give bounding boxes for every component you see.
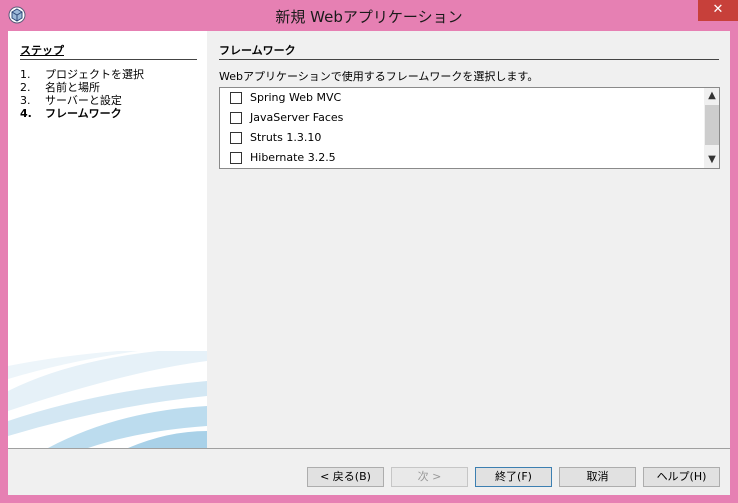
- framework-checkbox[interactable]: [230, 132, 242, 144]
- framework-list[interactable]: Spring Web MVC JavaServer Faces Struts 1…: [219, 87, 720, 169]
- step-number: 4.: [20, 107, 32, 120]
- framework-label: Spring Web MVC: [250, 91, 342, 104]
- cancel-button[interactable]: 取消: [559, 467, 636, 487]
- step-number: 3.: [20, 94, 31, 107]
- step-item: 2. 名前と場所: [20, 81, 144, 94]
- scroll-down-chevron-icon[interactable]: ▼: [704, 152, 719, 168]
- step-label: プロジェクトを選択: [45, 68, 144, 81]
- framework-row[interactable]: JavaServer Faces: [220, 108, 704, 128]
- step-item: 1. プロジェクトを選択: [20, 68, 144, 81]
- dialog-body: ステップ 1. プロジェクトを選択 2. 名前と場所 3. サーバーと設定 4. フレー…: [8, 31, 730, 495]
- step-list: 1. プロジェクトを選択 2. 名前と場所 3. サーバーと設定 4. フレームワーク: [20, 68, 144, 120]
- panel-description: Webアプリケーションで使用するフレームワークを選択します。: [219, 70, 539, 83]
- step-item-current: 4. フレームワーク: [20, 107, 144, 120]
- decorative-swoosh-graphic: [8, 351, 207, 448]
- framework-label: Hibernate 3.2.5: [250, 151, 336, 164]
- panel-title: フレームワーク: [219, 42, 719, 60]
- step-number: 2.: [20, 81, 31, 94]
- step-label: サーバーと設定: [45, 94, 122, 107]
- step-label: フレームワーク: [45, 107, 122, 120]
- help-button[interactable]: ヘルプ(H): [643, 467, 720, 487]
- framework-checkbox[interactable]: [230, 92, 242, 104]
- framework-row[interactable]: Spring Web MVC: [220, 88, 704, 108]
- next-button[interactable]: 次 >: [391, 467, 468, 487]
- framework-row[interactable]: Struts 1.3.10: [220, 128, 704, 148]
- step-label: 名前と場所: [45, 81, 100, 94]
- steps-title: ステップ: [20, 42, 197, 60]
- scrollbar-thumb[interactable]: [705, 105, 719, 145]
- footer-divider: [8, 448, 730, 449]
- step-number: 1.: [20, 68, 31, 81]
- framework-checkbox[interactable]: [230, 112, 242, 124]
- framework-label: JavaServer Faces: [250, 111, 344, 124]
- framework-label: Struts 1.3.10: [250, 131, 322, 144]
- dialog-window: 新規 Webアプリケーション ✕ ステップ 1. プロジェクトを選択 2. 名前と場…: [0, 0, 738, 503]
- step-item: 3. サーバーと設定: [20, 94, 144, 107]
- scroll-up-chevron-icon[interactable]: ▲: [704, 88, 719, 104]
- title-bar[interactable]: 新規 Webアプリケーション ✕: [0, 0, 738, 31]
- window-title: 新規 Webアプリケーション: [275, 8, 463, 26]
- steps-panel: ステップ 1. プロジェクトを選択 2. 名前と場所 3. サーバーと設定 4. フレー…: [8, 31, 207, 448]
- finish-button[interactable]: 終了(F): [475, 467, 552, 487]
- framework-list-scrollbar[interactable]: ▲ ▼: [704, 88, 719, 168]
- close-button[interactable]: ✕: [698, 0, 738, 21]
- main-panel: フレームワーク Webアプリケーションで使用するフレームワークを選択します。 S…: [207, 31, 730, 448]
- back-button[interactable]: < 戻る(B): [307, 467, 384, 487]
- framework-row[interactable]: Hibernate 3.2.5: [220, 148, 704, 168]
- framework-checkbox[interactable]: [230, 152, 242, 164]
